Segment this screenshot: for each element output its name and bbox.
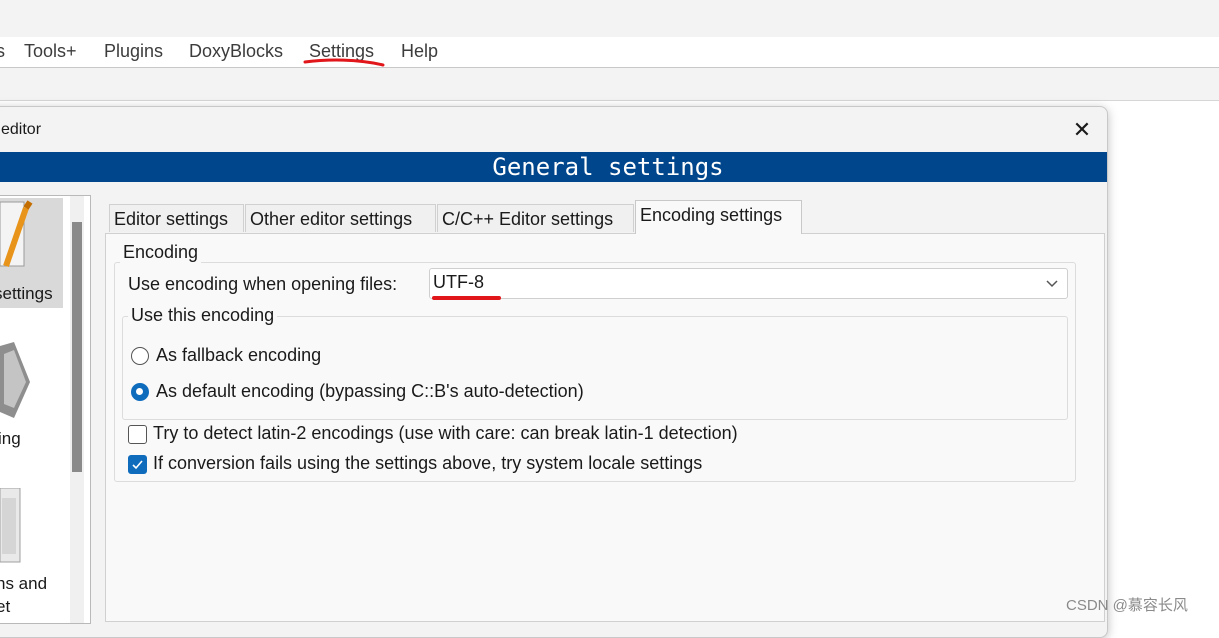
latin2-detect-checkbox[interactable] [128,425,147,444]
system-locale-checkbox[interactable] [128,455,147,474]
dialog-banner: General settings [0,152,1107,182]
menu-item-tools-plus[interactable]: Tools+ [24,41,77,62]
default-encoding-label[interactable]: As default encoding (bypassing C::B's au… [156,381,584,402]
toolbar-strip [0,68,1219,101]
settings-category-list: settings ing ns and et [0,195,91,624]
menu-item-doxyblocks[interactable]: DoxyBlocks [189,41,283,62]
tab-editor-settings[interactable]: Editor settings [109,204,244,232]
editor-pencil-icon [0,200,33,267]
folding-icon [0,342,30,418]
tab-encoding-settings[interactable]: Encoding settings [635,200,802,234]
tab-cpp-editor-settings[interactable]: C/C++ Editor settings [437,204,634,232]
checkmark-icon [132,460,143,470]
opening-encoding-label: Use encoding when opening files: [128,274,398,294]
fallback-encoding-radio[interactable] [131,347,149,365]
chevron-down-icon [1046,280,1058,288]
menu-item-partial[interactable]: s [0,41,5,62]
menu-item-help[interactable]: Help [401,41,438,62]
sidebar-scrollbar-thumb[interactable] [72,222,82,472]
latin2-detect-label[interactable]: Try to detect latin-2 encodings (use wit… [153,423,738,444]
use-encoding-group [122,316,1068,420]
system-locale-label[interactable]: If conversion fails using the settings a… [153,453,702,474]
sidebar-item-label[interactable]: settings [0,284,53,304]
window-top-strip [0,0,1219,37]
menu-bar: s Tools+ Plugins DoxyBlocks Settings Hel… [0,37,1219,68]
watermark-text: CSDN @慕容长风 [1066,597,1188,614]
close-icon[interactable]: ✕ [1067,117,1097,143]
menu-item-plugins[interactable]: Plugins [104,41,163,62]
utf8-annotation-underline [432,296,501,300]
tab-other-editor-settings[interactable]: Other editor settings [245,204,436,232]
use-encoding-group-title: Use this encoding [128,305,278,326]
banner-title: General settings [492,153,724,181]
sidebar-item-label[interactable]: ns and [0,574,47,594]
dialog-title: editor [1,121,42,138]
default-encoding-radio[interactable] [131,383,149,401]
abbreviations-document-icon [0,488,21,563]
fallback-encoding-label[interactable]: As fallback encoding [156,345,321,366]
sidebar-item-label-line2[interactable]: et [0,597,10,617]
encoding-select-value: UTF-8 [433,272,484,292]
encoding-group-title: Encoding [120,242,202,263]
sidebar-item-label[interactable]: ing [0,429,21,449]
encoding-select[interactable]: UTF-8 [429,268,1068,299]
